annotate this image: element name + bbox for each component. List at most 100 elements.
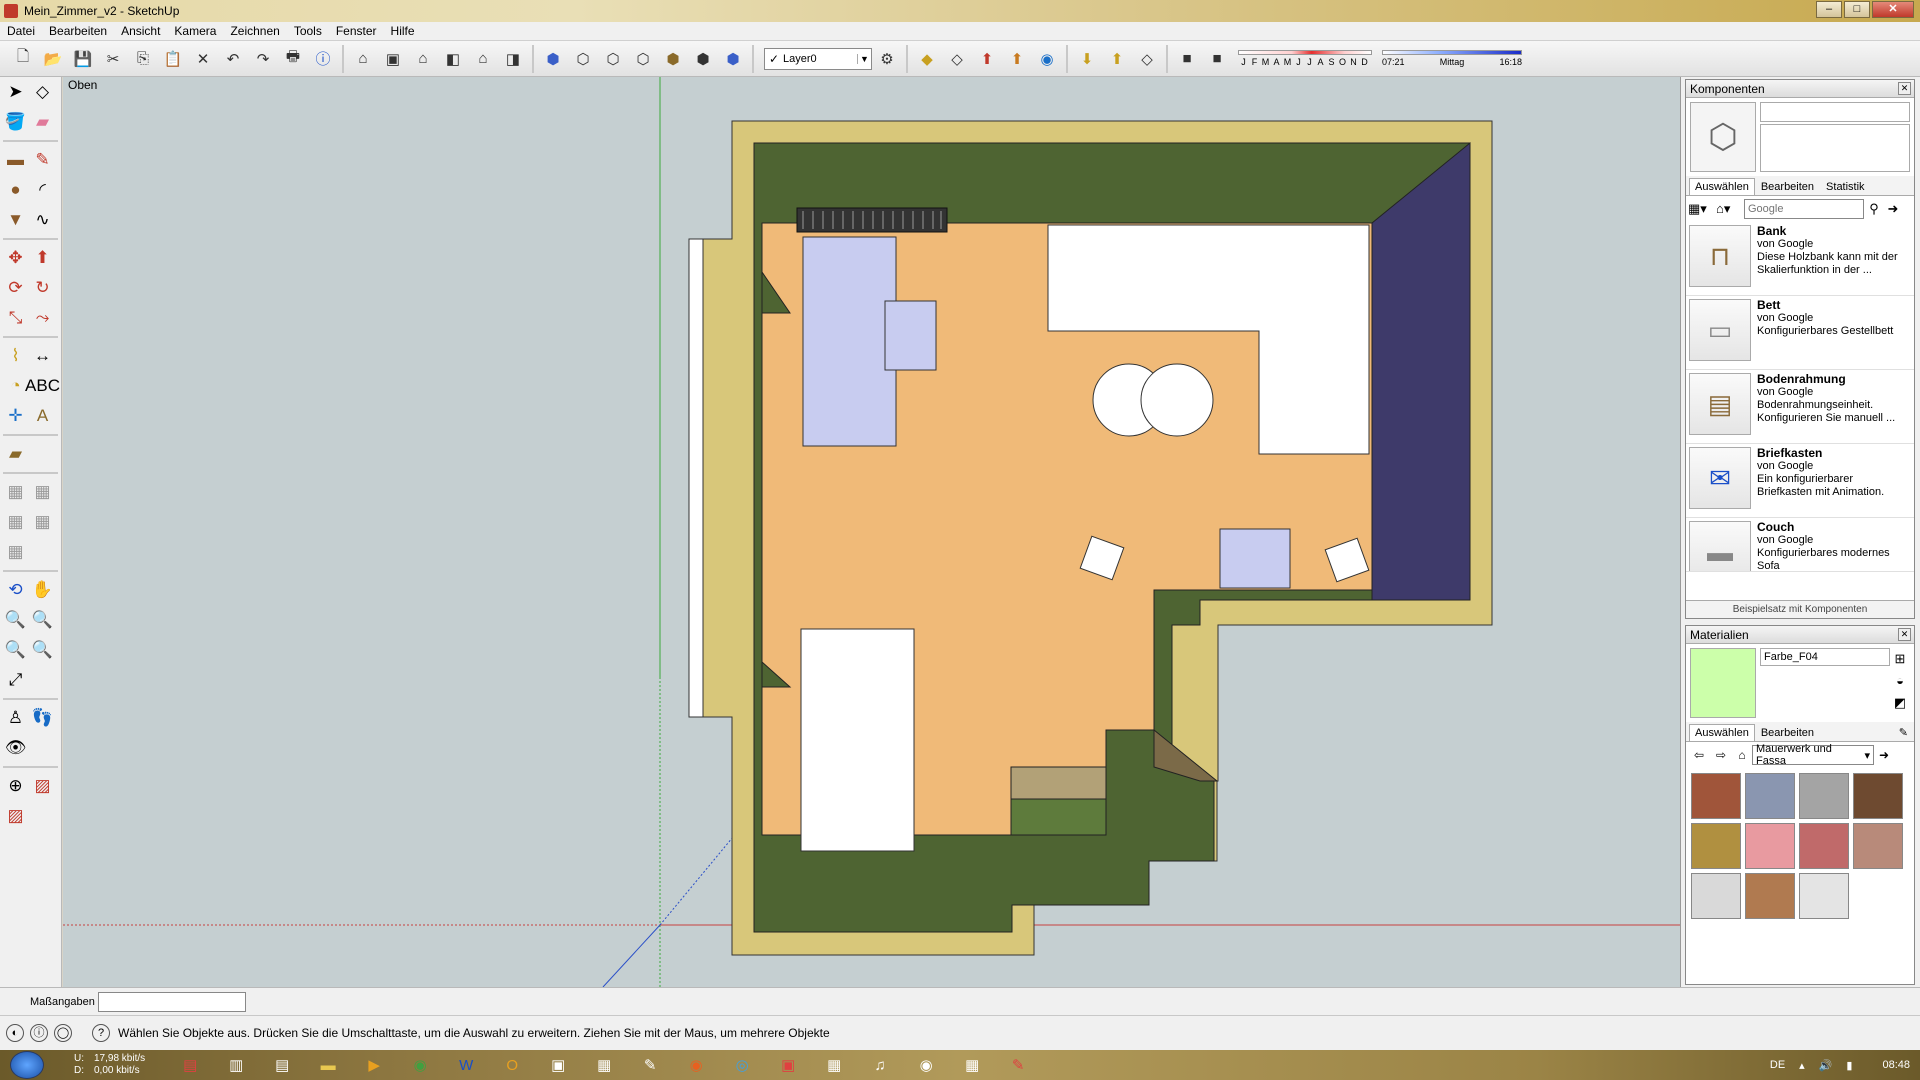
dimension-icon[interactable]: ↔ [29,343,56,370]
maximize-button[interactable]: □ [1844,1,1870,18]
circle-icon[interactable]: ● [2,177,29,204]
view-left-icon[interactable]: ◨ [500,46,526,72]
next-view-icon[interactable]: 🔍 [29,637,56,664]
back-arrow-icon[interactable]: ⇦ [1688,748,1710,762]
view-front-icon[interactable]: ⌂ [410,46,436,72]
zoom-window-icon[interactable]: 🔍 [29,607,56,634]
close-panel-icon[interactable]: ✕ [1898,82,1911,95]
component-collection-footer[interactable]: Beispielsatz mit Komponenten [1686,600,1914,618]
zoom-icon[interactable]: 🔍 [2,607,29,634]
material-swatch[interactable] [1745,873,1795,919]
walk-footprints-icon[interactable]: 👣 [29,705,56,732]
time-slider-track[interactable] [1382,50,1522,55]
tray-arrow-icon[interactable]: ▴ [1799,1059,1805,1072]
window-strip[interactable] [688,238,704,718]
extension-icon[interactable]: ◇ [1134,46,1160,72]
sample-paint-icon[interactable]: ◩ [1890,692,1910,714]
media-player-icon[interactable]: ▶ [354,1052,394,1078]
orbit-icon[interactable]: ⟲ [2,577,29,604]
sketchup-taskbar-icon[interactable]: ✎ [630,1052,670,1078]
time-slider[interactable]: 07:21 Mittag 16:18 [1382,50,1522,67]
material-swatch[interactable] [1853,823,1903,869]
shadow-toggle-icon[interactable]: ■ [1204,46,1230,72]
radiator[interactable] [796,207,948,233]
material-swatch[interactable] [1745,823,1795,869]
calculator-app-icon[interactable]: ▦ [584,1052,624,1078]
material-swatch[interactable] [1691,773,1741,819]
section-cut-icon[interactable]: ▨ [29,773,56,800]
material-swatch[interactable] [1799,873,1849,919]
look-around-eye-icon[interactable]: 👁 [2,735,29,762]
follow-me-icon[interactable]: ↻ [29,275,56,302]
xray-icon[interactable]: ⬢ [540,46,566,72]
view-right-icon[interactable]: ◧ [440,46,466,72]
model-info-icon[interactable]: ⓘ [310,46,336,72]
help-icon[interactable]: ? [92,1024,110,1042]
geo-location-icon[interactable]: ◐ [6,1024,24,1042]
minimize-button[interactable]: – [1816,1,1842,18]
pencil-line-icon[interactable]: ✎ [29,147,56,174]
material-library-dropdown[interactable]: Mauerwerk und Fassa ▾ [1752,743,1874,767]
layer-manager-icon[interactable]: ⚙ [874,46,900,72]
tab-statistik[interactable]: Statistik [1820,178,1871,195]
print-icon[interactable]: 🖶 [280,46,306,72]
create-material-icon[interactable]: ⊞ [1890,648,1910,670]
terrain-icon[interactable]: ⬆ [1004,46,1030,72]
month-slider[interactable]: J F M A M J J A S O N D [1238,50,1372,67]
settings-app-icon[interactable]: ▦ [952,1052,992,1078]
menu-bearbeiten[interactable]: Bearbeiten [42,24,114,38]
menu-kamera[interactable]: Kamera [167,24,223,38]
view-iso-icon[interactable]: ⌂ [350,46,376,72]
tool-app-icon[interactable]: ▦ [814,1052,854,1078]
material-swatch[interactable] [1799,823,1849,869]
list-item[interactable]: ▬ Couch von Google Konfigurierbares modern… [1686,518,1914,572]
tab-auswaehlen[interactable]: Auswählen [1689,178,1755,195]
material-swatch[interactable] [1745,773,1795,819]
component-name-field[interactable] [1760,102,1910,122]
zoom-extents-icon[interactable]: ⤢ [2,667,29,694]
round-table-right[interactable] [1140,363,1214,437]
list-item[interactable]: ▭ Bett von Google Konfigurierbares Gestell… [1686,296,1914,370]
material-swatch[interactable] [1799,773,1849,819]
view-options-icon[interactable]: ▦▾ [1688,201,1716,217]
firefox-app-icon[interactable]: ◉ [676,1052,716,1078]
freehand-icon[interactable]: ∿ [29,207,56,234]
save-icon[interactable]: 💾 [70,46,96,72]
material-swatch[interactable] [1853,773,1903,819]
select-arrow-icon[interactable]: ➤ [2,79,29,106]
outlook-app-icon[interactable]: O [492,1052,532,1078]
section-display-icon[interactable]: ⊕ [2,773,29,800]
user-icon[interactable]: ◯ [54,1024,72,1042]
explorer-app-icon[interactable]: ▥ [216,1052,256,1078]
warehouse-get-icon[interactable]: ⬇ [1074,46,1100,72]
redo-icon[interactable]: ↷ [250,46,276,72]
language-indicator[interactable]: DE [1770,1059,1785,1071]
material-swatch[interactable] [1691,873,1741,919]
menu-fenster[interactable]: Fenster [329,24,384,38]
arc-icon[interactable]: ◜ [29,177,56,204]
menu-datei[interactable]: Datei [0,24,42,38]
shadow-settings-icon[interactable]: ■ [1174,46,1200,72]
location-icon[interactable]: ⬆ [974,46,1000,72]
details-arrow-icon[interactable]: ➜ [1874,748,1894,762]
list-item[interactable]: ⊓ Bank von Google Diese Holzbank kann mit … [1686,222,1914,296]
make-component-icon[interactable]: ◇ [29,79,56,106]
monochrome-icon[interactable]: ⬢ [690,46,716,72]
volume-icon[interactable]: 🔊 [1819,1059,1833,1072]
measurements-input[interactable] [98,991,246,1012]
shaded-icon[interactable]: ⬡ [630,46,656,72]
credits-icon[interactable]: ⓘ [30,1024,48,1042]
layer-dropdown[interactable]: ✓ Layer0 ▼ [764,47,872,70]
bed[interactable] [800,628,915,852]
folder-app-icon[interactable]: ▬ [308,1052,348,1078]
word-app-icon[interactable]: W [446,1052,486,1078]
scale-icon[interactable]: ⤡ [2,305,29,332]
forward-arrow-icon[interactable]: ⇨ [1710,748,1732,762]
home-icon[interactable]: ⌂ [1732,748,1752,762]
list-item[interactable]: ▤ Bodenrahmung von Google Bodenrahmungsein… [1686,370,1914,444]
close-button[interactable]: ✕ [1872,1,1914,18]
side-table[interactable] [1219,528,1291,589]
floor-plan-drawing[interactable] [63,77,1680,987]
text-label-icon[interactable]: ABC [25,373,60,400]
wall-right-blue[interactable] [1371,141,1471,601]
